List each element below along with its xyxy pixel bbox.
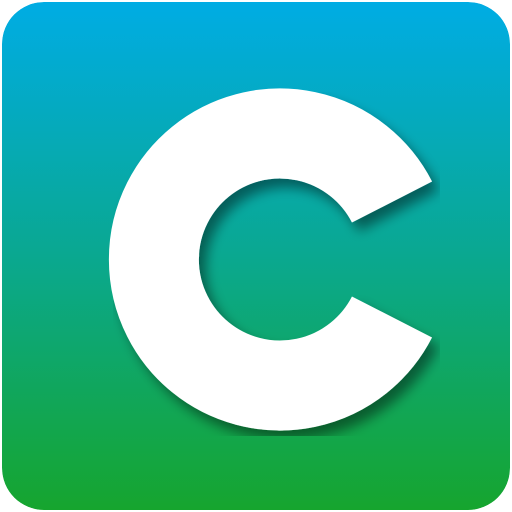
letter-c-icon <box>2 2 510 510</box>
app-icon-tile[interactable] <box>2 2 510 510</box>
icon-background <box>2 2 510 510</box>
